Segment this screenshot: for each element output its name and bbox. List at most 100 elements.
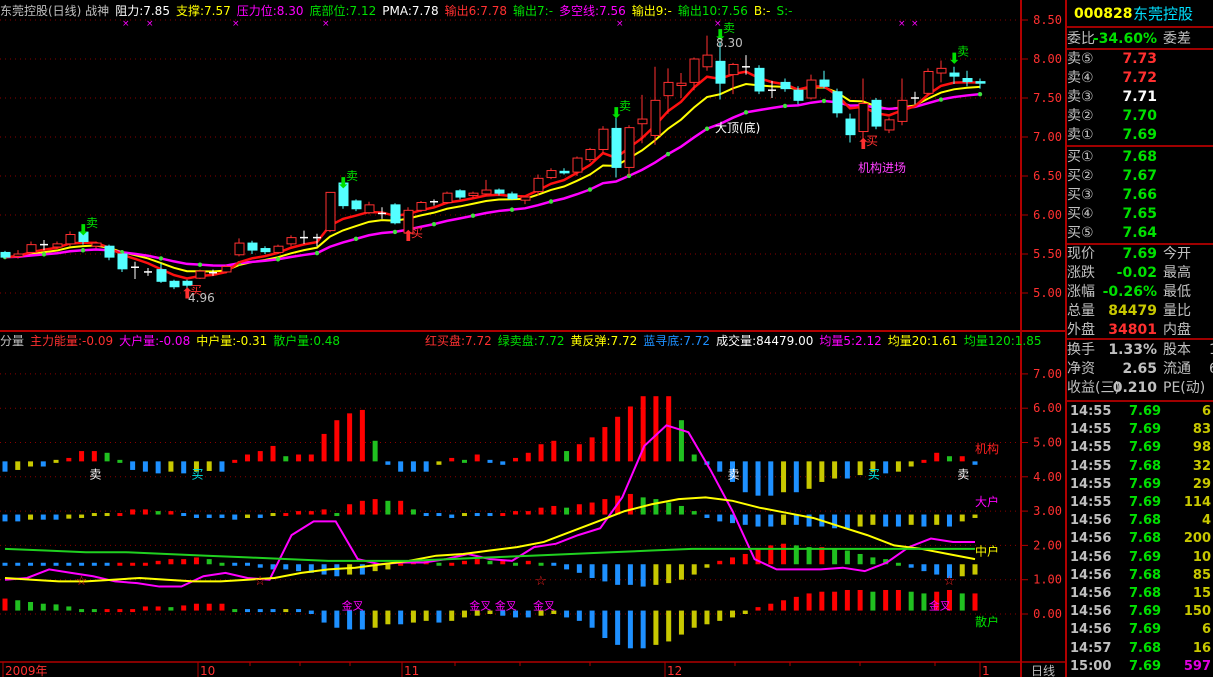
ma-long-dot bbox=[80, 248, 86, 253]
flow-bar-institution bbox=[474, 454, 480, 462]
stock-name: 东莞控股 bbox=[1133, 5, 1194, 23]
candle-body bbox=[325, 191, 336, 232]
indicator-value: 输出10:7.56 bbox=[677, 4, 748, 18]
indicator-value: 东莞控股(日线) 战神 bbox=[0, 4, 110, 18]
candle-body bbox=[871, 99, 882, 127]
flow-bar-retail bbox=[806, 593, 812, 611]
flow-bar-medium bbox=[168, 559, 174, 565]
flow-bar-retail bbox=[755, 607, 761, 611]
ask-row-label: 卖② bbox=[1067, 108, 1094, 124]
tick-volume: 6 bbox=[1201, 622, 1211, 638]
row-label: 散户 bbox=[975, 614, 999, 629]
flow-bar-large bbox=[781, 514, 787, 525]
flow-bar-institution bbox=[551, 440, 557, 462]
flow-bar-large bbox=[283, 513, 289, 517]
flow-bar-large bbox=[270, 513, 276, 517]
price-tick-label: 6.50 bbox=[1033, 169, 1062, 183]
indicator-header: 东莞控股(日线) 战神 阻力:7.85 支撑:7.57 压力位:8.30 底部位:7.1… bbox=[0, 2, 798, 20]
flow-bar-retail bbox=[602, 610, 608, 639]
indicator-value: S:- bbox=[776, 4, 793, 18]
flow-bar-large bbox=[66, 514, 72, 519]
flow-bar-retail bbox=[704, 610, 710, 625]
flow-bar-institution bbox=[589, 437, 595, 462]
flow-bar-retail bbox=[66, 606, 72, 611]
flow-bar-large bbox=[755, 514, 761, 527]
tick-time: 15:00 bbox=[1070, 658, 1112, 674]
bid-row-label: 买② bbox=[1067, 168, 1094, 184]
tick-volume: 85 bbox=[1192, 567, 1211, 583]
tick-time: 14:56 bbox=[1070, 549, 1112, 565]
ma-long-dot bbox=[470, 213, 476, 218]
candle-body bbox=[533, 177, 544, 193]
fundamental-row-label: 换手 bbox=[1067, 342, 1095, 358]
flow-bar-retail bbox=[793, 596, 799, 611]
candle-body bbox=[897, 99, 908, 122]
signal-marker-icon: × bbox=[714, 19, 722, 29]
flow-bar-retail bbox=[334, 610, 340, 628]
candle-body bbox=[169, 280, 180, 288]
flow-bar-large bbox=[2, 514, 8, 522]
flow-bar-large bbox=[972, 514, 978, 518]
flow-bar-medium bbox=[627, 564, 633, 585]
flow-bar-large bbox=[181, 513, 187, 517]
candle-body bbox=[949, 72, 960, 77]
ask-row-value: 7.70 bbox=[1122, 108, 1157, 124]
buy-signal: 买 bbox=[866, 134, 878, 148]
tick-time: 14:55 bbox=[1070, 495, 1112, 510]
flow-bar-retail bbox=[359, 610, 365, 630]
tick-time: 14:55 bbox=[1070, 458, 1112, 474]
flow-bar-retail bbox=[372, 610, 378, 628]
star-icon: ☆ bbox=[76, 574, 88, 589]
tick-volume: 15 bbox=[1192, 586, 1211, 601]
flow-bar-large bbox=[321, 509, 327, 515]
flow-bar-institution bbox=[257, 451, 263, 462]
ma-long-dot bbox=[704, 126, 710, 131]
stat-row-label: 涨幅 bbox=[1067, 284, 1095, 300]
bid-row: 买② 7.67 bbox=[1067, 167, 1213, 186]
flow-bar-institution bbox=[79, 451, 85, 462]
flow-bar-large bbox=[895, 514, 901, 527]
indicator-value: 大户量:-0.08 bbox=[119, 334, 191, 348]
flow-bar-large bbox=[870, 514, 876, 525]
flow-bar-institution bbox=[513, 457, 519, 462]
flow-bar-institution bbox=[283, 456, 289, 462]
fundamental-row: 收益(三) 0.210 PE(动) bbox=[1067, 379, 1213, 398]
stat-row-value: 7.69 bbox=[1122, 246, 1157, 262]
tick-row: 14:56 7.69 10 bbox=[1067, 549, 1213, 567]
flow-bar-institution bbox=[66, 457, 72, 462]
indicator-value: 分量 bbox=[0, 334, 25, 348]
flow-bar-large bbox=[334, 513, 340, 517]
flow-bar-retail bbox=[245, 609, 250, 613]
flow-bar-medium bbox=[449, 562, 455, 566]
indicator-value: PMA:7.78 bbox=[382, 4, 439, 18]
flow-bar-institution bbox=[895, 461, 901, 472]
indicator-value: 支撑:7.57 bbox=[175, 4, 231, 18]
candle-body bbox=[156, 269, 167, 282]
candle-body bbox=[234, 242, 245, 256]
flow-bar-large bbox=[742, 514, 748, 525]
signal-marker-icon: × bbox=[322, 19, 330, 29]
period-label[interactable]: 日线 bbox=[1031, 664, 1055, 677]
price-tick-label: 5.00 bbox=[1033, 286, 1062, 300]
flow-bar-medium bbox=[245, 562, 250, 566]
flow-bar-medium bbox=[564, 564, 570, 570]
indicator-value: 输出9:- bbox=[631, 4, 672, 18]
top-bottom-label: 大顶(底) bbox=[715, 120, 760, 135]
ma-long-dot bbox=[743, 110, 749, 115]
tick-row: 14:55 7.68 32 bbox=[1067, 458, 1213, 476]
flow-bar-institution bbox=[104, 452, 110, 462]
sell-signal: 卖 bbox=[86, 216, 98, 230]
fundamental-row-value: 0.210 bbox=[1112, 380, 1157, 396]
tick-volume: 32 bbox=[1192, 458, 1211, 474]
flow-bar-medium bbox=[142, 562, 148, 566]
volume-indicator-header: 分量 主力能量:-0.09 大户量:-0.08 中户量:-0.31 散户量:0.48 bbox=[0, 332, 346, 350]
flow-bar-large bbox=[219, 514, 225, 518]
institution-entry-label: 机构进场 bbox=[858, 160, 906, 175]
tick-price: 7.68 bbox=[1129, 586, 1162, 601]
ask-row-value: 7.69 bbox=[1122, 127, 1157, 143]
tick-price: 7.69 bbox=[1129, 604, 1162, 620]
candle-body bbox=[884, 119, 895, 131]
flow-bar-medium bbox=[934, 564, 940, 575]
flow-bar-institution bbox=[946, 456, 952, 462]
flow-bar-institution bbox=[15, 461, 21, 470]
